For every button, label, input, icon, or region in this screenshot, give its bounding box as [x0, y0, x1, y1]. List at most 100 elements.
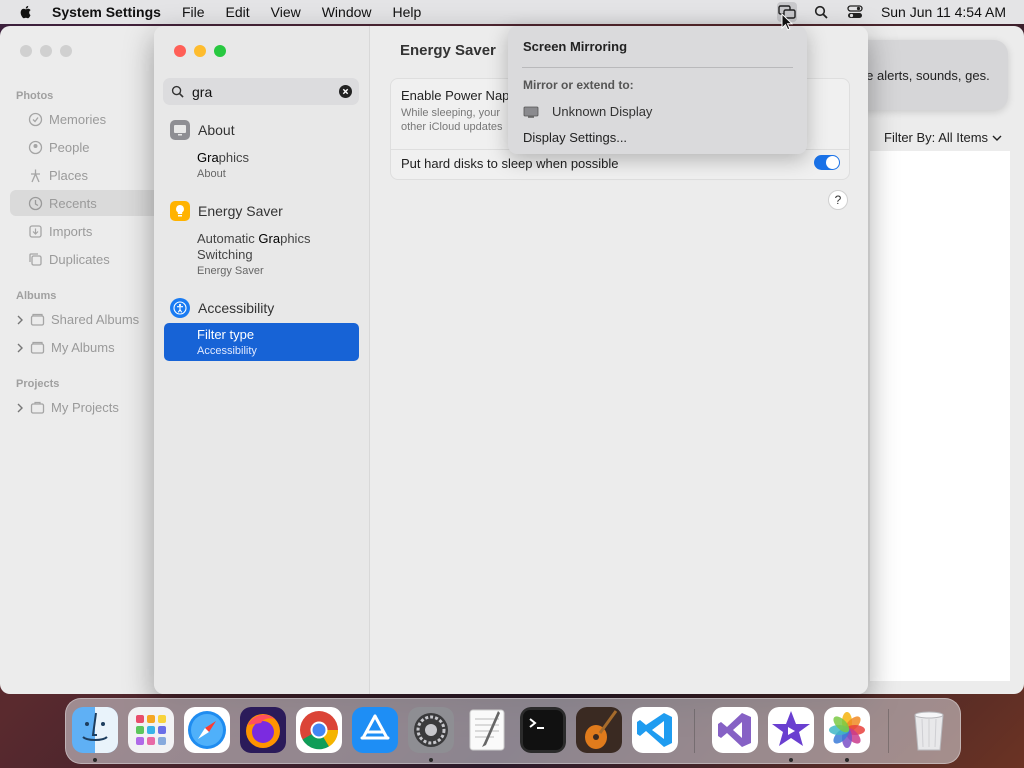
screen-mirroring-menu: Screen Mirroring Mirror or extend to: Un…: [508, 26, 807, 154]
result-text-line2: Switching: [197, 247, 253, 262]
category-accessibility: Accessibility: [170, 298, 274, 318]
sidebar-item-label: Duplicates: [49, 252, 110, 267]
filter-value: All Items: [938, 130, 989, 145]
sidebar-item-my-albums[interactable]: My Albums: [16, 340, 115, 355]
visual-studio-icon[interactable]: [712, 707, 758, 753]
hard-disks-sleep-toggle[interactable]: [814, 155, 840, 170]
menu-window[interactable]: Window: [322, 4, 372, 20]
hard-disks-sleep-label: Put hard disks to sleep when possible: [401, 156, 619, 171]
sidebar-item-places[interactable]: Places: [28, 168, 88, 183]
category-about: About: [170, 120, 235, 140]
category-energy-saver: Energy Saver: [170, 201, 283, 221]
sidebar-item-label: People: [49, 140, 90, 155]
projects-section-header: Projects: [16, 378, 60, 390]
toggle-knob: [826, 156, 839, 169]
terminal-icon[interactable]: [520, 707, 566, 753]
sidebar-item-imports[interactable]: Imports: [28, 224, 92, 239]
display-settings-button[interactable]: Display Settings...: [523, 130, 627, 145]
sidebar-item-duplicates[interactable]: Duplicates: [28, 252, 110, 267]
sidebar-item-shared-albums[interactable]: Shared Albums: [16, 312, 139, 327]
sidebar-item-label: Recents: [49, 196, 97, 211]
dock: [65, 698, 961, 764]
recents-icon: [28, 196, 43, 211]
albums-section-header: Albums: [16, 290, 57, 302]
mouse-cursor-icon: [781, 13, 793, 31]
chevron-right-icon[interactable]: [16, 315, 24, 325]
power-nap-description: While sleeping, your other iCloud update…: [401, 106, 511, 134]
photos-icon[interactable]: [824, 707, 870, 753]
category-label: About: [198, 122, 235, 138]
clear-search-icon[interactable]: [339, 85, 352, 98]
sidebar-item-label: Imports: [49, 224, 93, 239]
search-result-filter-type[interactable]: Filter type Accessibility: [164, 323, 359, 361]
sidebar-item-recents[interactable]: Recents: [28, 196, 97, 211]
match-text: Gra: [258, 231, 281, 246]
people-icon: [28, 140, 43, 155]
app-menu[interactable]: System Settings: [52, 4, 161, 20]
imports-icon: [29, 225, 42, 238]
result-subtitle: Accessibility: [197, 345, 257, 357]
close-button[interactable]: [174, 45, 186, 57]
power-nap-description-line: other iCloud updates: [401, 121, 503, 133]
running-indicator: [789, 758, 793, 762]
sidebar-item-label: Shared Albums: [51, 312, 140, 327]
garageband-icon[interactable]: [576, 707, 622, 753]
system-settings-icon[interactable]: [408, 707, 454, 753]
chevron-right-icon[interactable]: [16, 343, 24, 353]
app-store-icon[interactable]: [352, 707, 398, 753]
apple-menu-icon[interactable]: [18, 4, 34, 20]
sidebar-item-label: My Albums: [51, 340, 115, 355]
menu-clock[interactable]: Sun Jun 11 4:54 AM: [881, 4, 1006, 20]
vscode-icon[interactable]: [632, 707, 678, 753]
minimize-button[interactable]: [194, 45, 206, 57]
sidebar-item-label: Memories: [49, 112, 107, 127]
sidebar-item-label: My Projects: [51, 400, 119, 415]
photos-zoom-button[interactable]: [60, 45, 72, 57]
my-albums-icon: [30, 341, 45, 354]
textedit-icon[interactable]: [464, 707, 510, 753]
firefox-icon[interactable]: [240, 707, 286, 753]
finder-icon[interactable]: [72, 707, 118, 753]
sidebar-item-memories[interactable]: Memories: [28, 112, 106, 127]
spotlight-search-icon[interactable]: [811, 2, 831, 22]
menu-file[interactable]: File: [182, 4, 205, 20]
power-nap-description-line: While sleeping, your: [401, 107, 501, 119]
menu-separator: [522, 67, 793, 68]
launchpad-icon[interactable]: [128, 707, 174, 753]
display-icon: [523, 106, 539, 118]
chrome-icon[interactable]: [296, 707, 342, 753]
chevron-right-icon[interactable]: [16, 403, 24, 413]
search-result-automatic-graphics-switching[interactable]: Automatic Graphics Switching Energy Save…: [197, 231, 310, 279]
power-nap-label: Enable Power Nap: [401, 88, 510, 103]
duplicates-icon: [29, 253, 42, 266]
sidebar-item-my-projects[interactable]: My Projects: [16, 400, 119, 415]
settings-sidebar: gra About Graphics About Energy Saver Au…: [154, 26, 370, 694]
trash-icon[interactable]: [906, 707, 952, 753]
search-input[interactable]: gra: [192, 84, 212, 100]
control-center-icon[interactable]: [845, 2, 865, 22]
photos-minimize-button[interactable]: [40, 45, 52, 57]
display-name: Unknown Display: [552, 104, 653, 119]
result-subtitle: About: [197, 168, 226, 180]
match-text: Gra: [197, 150, 219, 165]
menu-edit[interactable]: Edit: [226, 4, 250, 20]
search-icon: [171, 85, 184, 98]
about-icon: [170, 120, 190, 140]
photos-content-area: [870, 151, 1010, 681]
filter-by-dropdown[interactable]: Filter By: All Items: [884, 130, 1002, 145]
imovie-icon[interactable]: [768, 707, 814, 753]
menu-view[interactable]: View: [271, 4, 301, 20]
my-projects-icon: [30, 401, 45, 414]
search-result-graphics-about[interactable]: Graphics About: [197, 150, 249, 182]
pane-title: Energy Saver: [400, 42, 496, 59]
running-indicator: [93, 758, 97, 762]
search-field[interactable]: gra: [163, 78, 359, 105]
sidebar-item-people[interactable]: People: [28, 140, 89, 155]
help-button[interactable]: ?: [828, 190, 848, 210]
menu-help[interactable]: Help: [393, 4, 422, 20]
photos-close-button[interactable]: [20, 45, 32, 57]
safari-icon[interactable]: [184, 707, 230, 753]
zoom-button[interactable]: [214, 45, 226, 57]
unknown-display-item[interactable]: Unknown Display: [523, 104, 652, 119]
result-subtitle: Energy Saver: [197, 265, 264, 277]
